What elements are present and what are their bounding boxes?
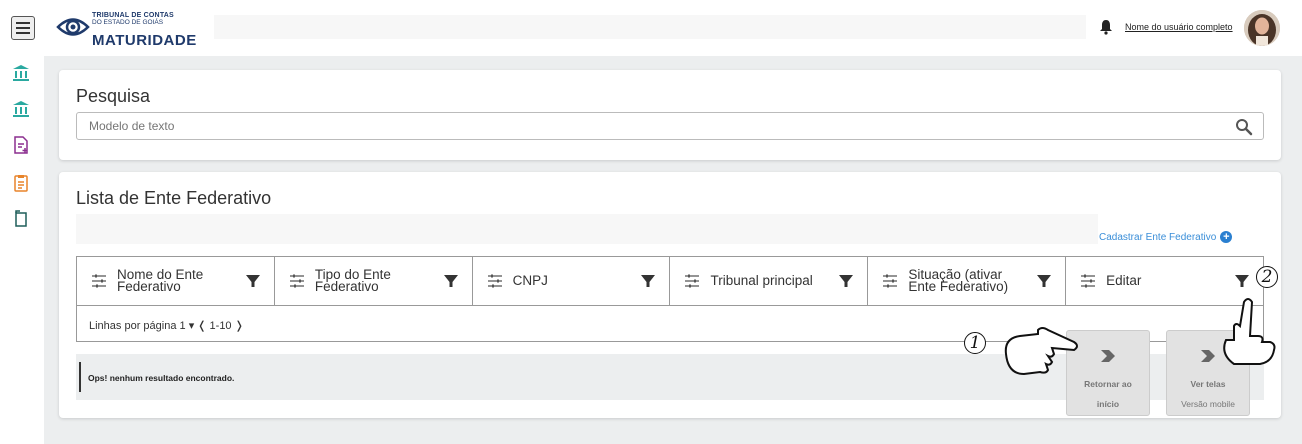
column-label: CNPJ bbox=[512, 273, 548, 288]
username-link[interactable]: Nome do usuário completo bbox=[1125, 22, 1233, 32]
search-card-title: Pesquisa bbox=[76, 86, 151, 106]
register-ente-button[interactable]: Cadastrar Ente Federativo + bbox=[1099, 231, 1233, 243]
column-label-line2: Federativo bbox=[117, 279, 181, 294]
sidebar bbox=[0, 56, 44, 444]
avatar[interactable] bbox=[1244, 10, 1280, 46]
filter-icon[interactable] bbox=[1234, 275, 1249, 287]
mobile-view-label: Ver telas bbox=[1190, 379, 1226, 389]
search-field[interactable] bbox=[76, 112, 1264, 140]
column-cnpj[interactable]: CNPJ bbox=[473, 257, 671, 305]
empty-message-text: Ops! nenhum resultado encontrado. bbox=[88, 373, 235, 383]
bank-icon[interactable] bbox=[12, 100, 30, 118]
logo-line2: DO ESTADO DE GOIÁS bbox=[92, 19, 164, 26]
search-icon[interactable] bbox=[1235, 118, 1253, 136]
hamburger-menu-button[interactable] bbox=[11, 16, 35, 40]
sliders-icon[interactable] bbox=[684, 274, 700, 288]
filter-icon[interactable] bbox=[245, 275, 260, 287]
header-strip bbox=[214, 15, 1086, 39]
return-home-label2: início bbox=[1096, 399, 1120, 409]
pagination-label[interactable]: Linhas por página 1 ▾ ❬ 1-10 ❭ bbox=[89, 319, 244, 332]
pointing-hand-up-icon bbox=[1223, 298, 1276, 365]
column-label-line2: Federativo bbox=[314, 279, 379, 294]
filter-icon[interactable] bbox=[641, 275, 656, 287]
list-card-title: Lista de Ente Federativo bbox=[76, 188, 272, 208]
column-nome[interactable]: Nome do Ente Federativo bbox=[77, 257, 275, 305]
annotation-badge-1: 1 bbox=[964, 332, 986, 354]
flag-document-icon[interactable] bbox=[12, 210, 30, 228]
plus-circle-icon: + bbox=[1220, 231, 1233, 243]
top-bar: TRIBUNAL DE CONTAS DO ESTADO DE GOIÁS MA… bbox=[0, 0, 1302, 56]
eye-logo-icon bbox=[56, 18, 90, 36]
column-situacao[interactable]: Situação (ativar Ente Federativo) bbox=[868, 257, 1067, 305]
clipboard-list-icon[interactable] bbox=[12, 174, 30, 192]
sliders-icon[interactable] bbox=[1080, 274, 1096, 288]
tce-logo[interactable]: TRIBUNAL DE CONTAS DO ESTADO DE GOIÁS MA… bbox=[56, 10, 206, 49]
column-tribunal[interactable]: Tribunal principal bbox=[670, 257, 869, 305]
bell-icon[interactable] bbox=[1099, 19, 1113, 35]
table-header: Nome do Ente Federativo Tipo do Ente Feder… bbox=[76, 256, 1264, 306]
search-input[interactable] bbox=[89, 119, 1189, 133]
main-content: Pesquisa Lista de Ente Federativo Cadast… bbox=[44, 56, 1302, 444]
empty-accent-bar bbox=[79, 362, 81, 392]
bank-icon[interactable] bbox=[12, 64, 30, 82]
sliders-icon[interactable] bbox=[289, 274, 305, 288]
sliders-icon[interactable] bbox=[487, 274, 503, 288]
pointing-hand-right-icon bbox=[1004, 327, 1078, 376]
avatar-image bbox=[1244, 10, 1280, 46]
mobile-view-label2: Versão mobile bbox=[1181, 399, 1235, 409]
filter-strip bbox=[76, 214, 1098, 244]
filter-icon[interactable] bbox=[839, 275, 854, 287]
menu-icon bbox=[16, 22, 30, 34]
filter-icon[interactable] bbox=[1037, 275, 1052, 287]
logo-maturidade: MATURIDADE bbox=[92, 32, 197, 49]
sliders-icon[interactable] bbox=[91, 274, 107, 288]
column-label-line2: Ente Federativo) bbox=[908, 279, 1009, 294]
register-ente-label: Cadastrar Ente Federativo bbox=[1099, 231, 1217, 243]
column-label: Tribunal principal bbox=[710, 273, 813, 288]
annotation-badge-2: 2 bbox=[1256, 266, 1278, 288]
column-label: Editar bbox=[1106, 273, 1142, 288]
logo-line1: TRIBUNAL DE CONTAS bbox=[92, 12, 174, 19]
filter-icon[interactable] bbox=[443, 275, 458, 287]
file-add-icon[interactable] bbox=[12, 136, 30, 154]
sliders-icon[interactable] bbox=[882, 274, 898, 288]
search-card: Pesquisa bbox=[59, 70, 1281, 160]
column-tipo[interactable]: Tipo do Ente Federativo bbox=[275, 257, 473, 305]
chevron-right-icon bbox=[1101, 350, 1115, 362]
